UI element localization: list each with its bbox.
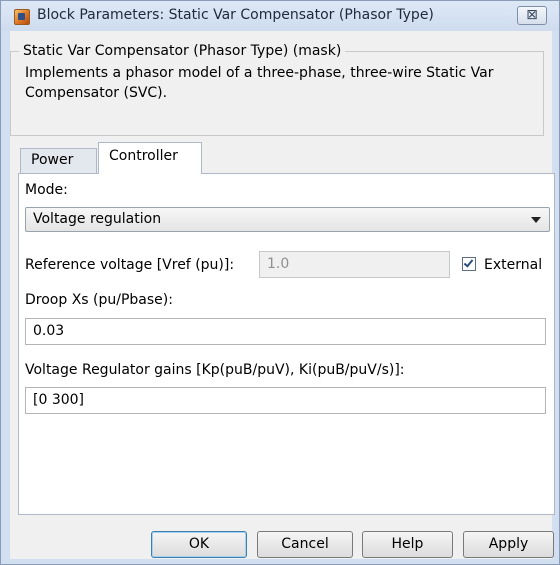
mask-title: Static Var Compensator (Phasor Type) (ma… — [19, 43, 346, 59]
vref-value: 1.0 — [267, 256, 290, 272]
tab-controller[interactable]: Controller — [98, 142, 202, 174]
mode-dropdown[interactable]: Voltage regulation — [25, 207, 550, 232]
tab-power[interactable]: Power — [20, 148, 97, 174]
vref-label: Reference voltage [Vref (pu)]: — [25, 257, 235, 273]
gains-input[interactable]: [0 300] — [25, 387, 546, 414]
external-checkbox[interactable] — [462, 257, 476, 271]
title-bar[interactable]: Block Parameters: Static Var Compensator… — [1, 1, 559, 31]
gains-label: Voltage Regulator gains [Kp(puB/puV), Ki… — [25, 362, 405, 378]
mask-description: Implements a phasor model of a three-pha… — [25, 65, 494, 101]
cancel-button[interactable]: Cancel — [257, 531, 353, 558]
tab-power-label: Power — [31, 152, 74, 168]
droop-input[interactable]: 0.03 — [25, 318, 546, 345]
simulink-block-icon — [14, 9, 30, 25]
checkmark-icon — [463, 257, 474, 268]
vref-input[interactable]: 1.0 — [259, 251, 450, 278]
close-button[interactable]: ⊠ — [517, 6, 547, 25]
apply-button[interactable]: Apply — [463, 531, 554, 558]
droop-value: 0.03 — [33, 323, 65, 339]
droop-label: Droop Xs (pu/Pbase): — [25, 292, 173, 308]
help-button[interactable]: Help — [362, 531, 453, 558]
mode-label: Mode: — [25, 182, 68, 198]
window-title: Block Parameters: Static Var Compensator… — [37, 7, 434, 23]
chevron-down-icon — [531, 217, 541, 223]
mode-selected-value: Voltage regulation — [33, 211, 162, 227]
external-label: External — [484, 257, 543, 273]
tab-controller-label: Controller — [109, 148, 178, 164]
gains-value: [0 300] — [33, 392, 85, 408]
ok-button[interactable]: OK — [151, 531, 247, 558]
dialog-window: Block Parameters: Static Var Compensator… — [0, 0, 560, 565]
